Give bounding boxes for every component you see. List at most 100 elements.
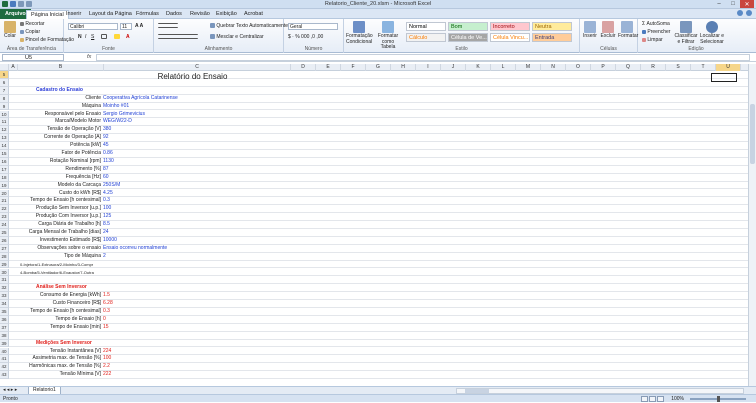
field-label[interactable]: Harmônicas max. de Tensão [%] — [20, 363, 101, 371]
row-header[interactable]: 19 — [0, 181, 9, 190]
tab-acrobat[interactable]: Acrobat — [240, 10, 267, 19]
font-size-select[interactable]: 11 — [120, 23, 132, 30]
delete-cells-button[interactable]: Excluir — [600, 21, 616, 40]
field-label[interactable]: Frequência [Hz] — [20, 174, 101, 182]
fx-icon[interactable]: fx — [87, 54, 91, 60]
field-label[interactable]: Tempo de Ensaio [h centesimal] — [20, 308, 101, 316]
vertical-scrollbar[interactable] — [748, 64, 756, 386]
wrap-text-button[interactable]: Quebrar Texto Automaticamente — [210, 23, 288, 29]
field-label[interactable]: Tensão de Operação [V] — [20, 126, 101, 134]
field-value[interactable]: 24 — [103, 229, 109, 237]
tab-review[interactable]: Revisão — [186, 10, 214, 19]
row-header[interactable]: 26 — [0, 236, 9, 245]
find-select-button[interactable]: Localizar e Selecionar — [698, 21, 726, 45]
cell-style-item[interactable]: Neutra — [532, 22, 572, 31]
grow-font-button[interactable]: A A — [135, 23, 143, 29]
row-header[interactable]: 14 — [0, 142, 9, 150]
row-header[interactable]: 35 — [0, 308, 9, 316]
column-header[interactable]: C — [104, 64, 291, 71]
field-value[interactable]: 2.2 — [103, 363, 110, 371]
active-cell[interactable] — [711, 73, 737, 82]
column-header[interactable]: R — [641, 64, 666, 71]
insert-cells-button[interactable]: Inserir — [582, 21, 598, 40]
section-heading[interactable]: Análise Sem Inversor — [36, 284, 87, 292]
row-header[interactable]: 39 — [0, 339, 9, 348]
column-header[interactable]: G — [366, 64, 391, 71]
field-label[interactable]: Marca/Modelo Motor — [20, 118, 101, 126]
field-label[interactable]: Tipo de Máquina — [20, 253, 101, 261]
cell-style-item[interactable]: Cálculo — [406, 33, 446, 42]
field-value[interactable]: 224 — [103, 348, 111, 356]
row-header[interactable]: 31 — [0, 276, 9, 285]
field-value[interactable]: 8.5 — [103, 221, 110, 229]
row-header[interactable]: 9 — [0, 102, 9, 111]
field-label[interactable]: Responsável pelo Ensaio — [20, 111, 101, 119]
field-value[interactable]: 125 — [103, 213, 111, 221]
cell-style-item[interactable]: Bom — [448, 22, 488, 31]
row-header[interactable]: 20 — [0, 189, 9, 198]
row-header[interactable]: 10 — [0, 110, 9, 119]
help-icon[interactable] — [737, 10, 743, 16]
column-header[interactable]: H — [391, 64, 416, 71]
name-box[interactable]: U5 — [2, 54, 64, 61]
field-label[interactable]: Produção Sem Inversor [u.p.] — [20, 205, 101, 213]
field-value[interactable]: 1130 — [103, 158, 114, 166]
field-label[interactable]: Carga Mensal de Trabalho [dias] — [20, 229, 101, 237]
field-value[interactable]: 4.25 — [103, 190, 113, 198]
field-label[interactable]: Consumo de Energia [kWh] — [20, 292, 101, 300]
field-label[interactable]: Tempo de Ensaio [min] — [20, 324, 101, 332]
field-value[interactable]: 87 — [103, 166, 109, 174]
row-header[interactable]: 21 — [0, 197, 9, 206]
row-header[interactable]: 38 — [0, 331, 9, 340]
bold-button[interactable]: N — [78, 34, 82, 40]
field-value[interactable]: 0.3 — [103, 197, 110, 205]
field-label[interactable]: Potência [kW] — [20, 142, 101, 150]
column-header[interactable]: I — [416, 64, 441, 71]
number-format-select[interactable]: Geral — [288, 23, 338, 30]
tab-insert[interactable]: Inserir — [62, 10, 85, 19]
cut-button[interactable]: Recortar — [20, 21, 45, 27]
fill-button[interactable]: Preencher — [642, 29, 670, 35]
row-header[interactable]: 23 — [0, 213, 9, 222]
field-label[interactable]: Carga Diária de Trabalho [h] — [20, 221, 101, 229]
vertical-scroll-thumb[interactable] — [750, 104, 755, 164]
field-value[interactable]: 60 — [103, 174, 109, 182]
field-value[interactable]: 380 — [103, 126, 111, 134]
row-header[interactable]: 12 — [0, 126, 9, 135]
field-value[interactable]: 100 — [103, 355, 111, 363]
underline-button[interactable]: S — [91, 34, 94, 40]
formula-input[interactable] — [96, 54, 750, 61]
page-layout-view-icon[interactable] — [649, 396, 656, 402]
cell-style-item[interactable]: Normal — [406, 22, 446, 31]
field-value[interactable]: 0.86 — [103, 150, 113, 158]
field-label[interactable]: Máquina — [20, 103, 101, 111]
section-heading[interactable]: Medições Sem Inversor — [36, 340, 92, 348]
field-value[interactable]: Cooperativa Agrícola Catarinense — [103, 95, 178, 103]
row-header[interactable]: 5 — [0, 71, 9, 79]
row-header[interactable]: 36 — [0, 315, 9, 324]
row-header[interactable]: 22 — [0, 205, 9, 214]
ribbon-minimize-icon[interactable] — [746, 10, 752, 16]
column-header[interactable]: N — [541, 64, 566, 71]
column-header[interactable]: O — [566, 64, 591, 71]
row-header[interactable]: 28 — [0, 252, 9, 261]
cell-style-item[interactable]: Célula de Ve... — [448, 33, 488, 42]
field-value[interactable]: 45 — [103, 142, 109, 150]
row-header[interactable]: 24 — [0, 221, 9, 229]
normal-view-icon[interactable] — [641, 396, 648, 402]
clear-button[interactable]: Limpar — [642, 37, 663, 43]
field-label[interactable]: Custo do kWh [R$] — [20, 190, 101, 198]
borders-button[interactable] — [101, 34, 107, 40]
column-header[interactable]: S — [666, 64, 691, 71]
tab-data[interactable]: Dados — [162, 10, 186, 19]
number-format-buttons[interactable]: $ · % 000 ,0 ,00 — [288, 34, 323, 40]
column-header[interactable]: D — [291, 64, 316, 71]
field-value[interactable]: 10000 — [103, 237, 117, 245]
column-header[interactable]: U — [716, 64, 741, 71]
close-button[interactable]: ✕ — [740, 0, 754, 8]
worksheet-grid[interactable]: 5 6 7 Cadastro do Ensaio 8 Cliente Cooperativa… — [0, 71, 748, 386]
field-value[interactable]: 0.3 — [103, 308, 110, 316]
row-header[interactable]: 37 — [0, 323, 9, 332]
row-header[interactable]: 13 — [0, 134, 9, 143]
cell-style-item[interactable]: Incorreto — [490, 22, 530, 31]
